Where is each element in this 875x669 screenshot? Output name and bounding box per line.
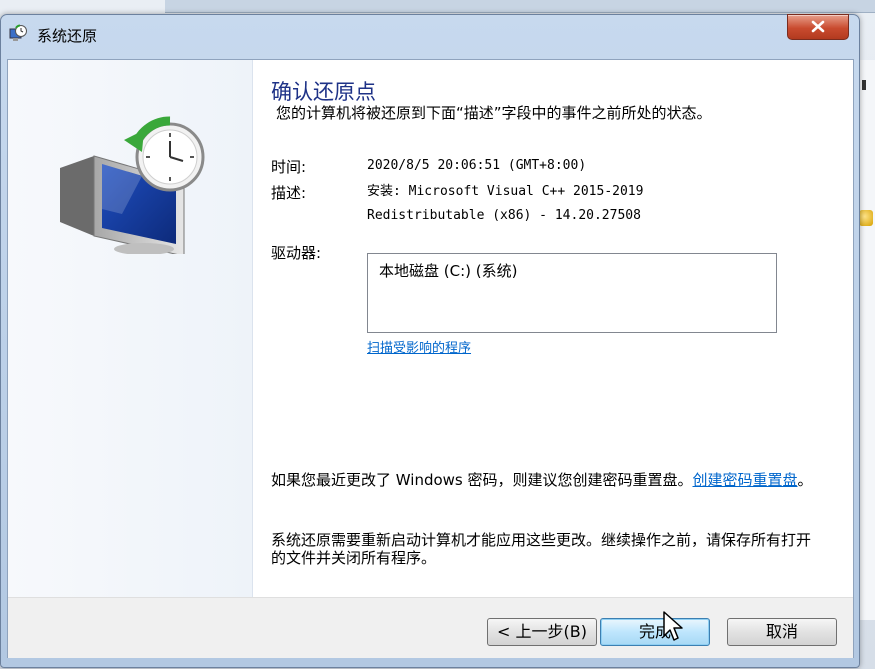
dialog-client-area: 确认还原点 您的计算机将被还原到下面“描述”字段中的事件之前所处的状态。 时间:… [7, 59, 854, 658]
background-folder-icon [859, 210, 873, 226]
restore-point-details: 确认还原点 您的计算机将被还原到下面“描述”字段中的事件之前所处的状态。 时间:… [271, 60, 831, 597]
password-reset-note-text: 如果您最近更改了 Windows 密码，则建议您创建密码重置盘。 [271, 471, 693, 489]
password-reset-note: 如果您最近更改了 Windows 密码，则建议您创建密码重置盘。创建密码重置盘。 [271, 471, 816, 489]
title-bar[interactable]: 系统还原 [1, 14, 859, 53]
page-description: 您的计算机将被还原到下面“描述”字段中的事件之前所处的状态。 [276, 104, 712, 122]
description-label: 描述: [271, 184, 307, 202]
restart-warning-note: 系统还原需要重新启动计算机才能应用这些更改。继续操作之前，请保存所有打开的文件并… [271, 531, 812, 567]
drives-list[interactable]: 本地磁盘 (C:) (系统) [367, 253, 777, 333]
create-password-reset-disk-link[interactable]: 创建密码重置盘 [693, 471, 798, 489]
system-restore-dialog: 系统还原 确认还原点 您的计算机将被还原到下面“描述”字段中的事件之前所处的状态… [0, 14, 860, 668]
scan-affected-programs-link[interactable]: 扫描受影响的程序 [367, 337, 471, 356]
close-button[interactable] [787, 14, 849, 40]
close-icon [811, 20, 825, 33]
back-button[interactable]: < 上一步(B) [487, 618, 597, 646]
background-window-titlebar [165, 0, 875, 13]
description-value-line1: 安装: Microsoft Visual C++ 2015-2019 [367, 184, 644, 199]
button-bar: < 上一步(B) 完成 取消 [8, 597, 853, 658]
background-text-fragment [862, 80, 866, 90]
monitor-clock-restore-icon [60, 116, 205, 254]
finish-button[interactable]: 完成 [600, 618, 710, 646]
window-title: 系统还原 [37, 27, 98, 45]
system-restore-icon [8, 24, 28, 44]
illustration-pane [8, 60, 253, 597]
description-value-line2: Redistributable (x86) - 14.20.27508 [367, 208, 641, 223]
time-value: 2020/8/5 20:06:51 (GMT+8:00) [367, 158, 587, 173]
password-reset-note-end: 。 [797, 471, 813, 489]
page-title: 确认还原点 [271, 80, 376, 104]
drives-label: 驱动器: [271, 244, 322, 262]
cancel-button[interactable]: 取消 [727, 618, 837, 646]
time-label: 时间: [271, 158, 307, 176]
list-item[interactable]: 本地磁盘 (C:) (系统) [379, 260, 517, 281]
mouse-pointer-icon [663, 611, 683, 641]
